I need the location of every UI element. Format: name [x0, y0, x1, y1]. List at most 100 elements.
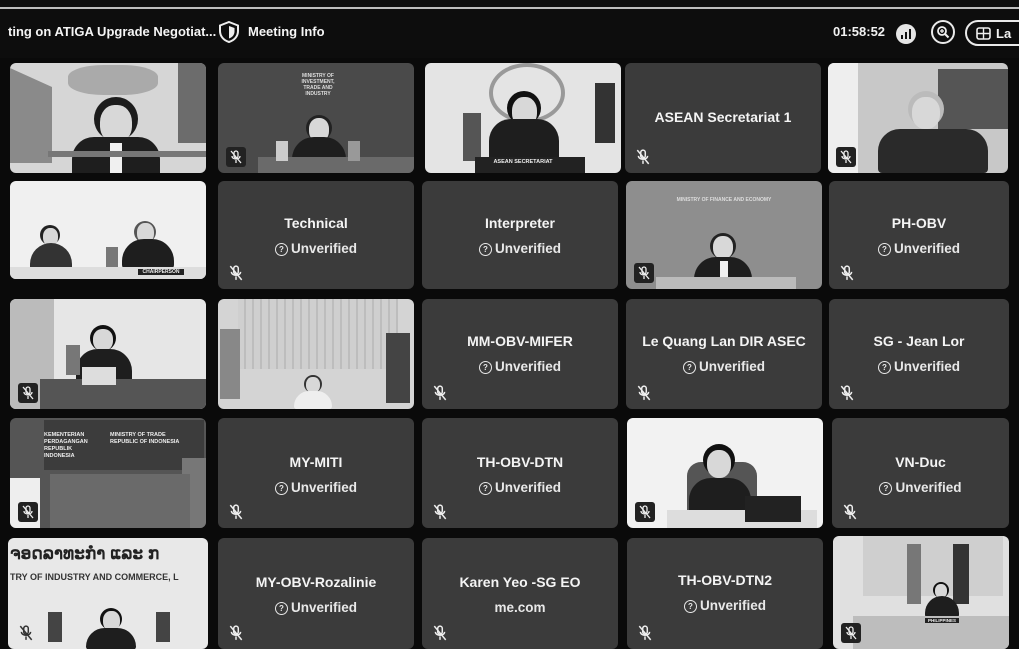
participant-tile[interactable]: PHILIPPINES: [833, 536, 1009, 649]
participant-tile[interactable]: Le Quang Lan DIR ASEC ? Unverified: [626, 299, 822, 409]
microphone-muted-icon: [18, 625, 34, 641]
participant-tile[interactable]: TH-OBV-DTN ? Unverified: [422, 418, 618, 528]
microphone-muted-icon: [839, 265, 855, 281]
participant-tile[interactable]: [828, 63, 1008, 173]
participant-tile[interactable]: [627, 418, 823, 528]
participant-name: Technical: [284, 215, 348, 231]
zoom-icon[interactable]: [931, 20, 955, 44]
participant-name: Le Quang Lan DIR ASEC: [642, 333, 806, 349]
name-plate: PHILIPPINES: [925, 618, 959, 623]
microphone-muted-icon: [18, 502, 38, 522]
microphone-muted-icon: [841, 623, 861, 643]
participant-tile[interactable]: [10, 63, 206, 173]
question-circle-icon: ?: [879, 482, 893, 495]
signal-strength-icon[interactable]: [896, 24, 916, 44]
microphone-muted-icon: [636, 385, 652, 401]
participant-name: Interpreter: [484, 215, 556, 231]
question-circle-icon: ?: [478, 361, 492, 374]
microphone-muted-icon: [836, 147, 856, 167]
participant-name: MM-OBV-MIFER: [467, 333, 573, 349]
question-circle-icon: ?: [877, 361, 891, 374]
participant-tile[interactable]: MINISTRY OF INVESTMENT, TRADE AND INDUST…: [218, 63, 414, 173]
verification-status: ? Unverified: [422, 241, 618, 256]
flag: [178, 63, 206, 143]
question-circle-icon: ?: [274, 243, 288, 256]
verification-status: ? Unverified: [627, 598, 823, 613]
meeting-toolbar: ting on ATIGA Upgrade Negotiat... Meetin…: [0, 0, 1019, 58]
participant-tile[interactable]: MY-MITI ? Unverified: [218, 418, 414, 528]
verification-status: ? Unverified: [422, 480, 618, 495]
participant-tile[interactable]: VN-Duc ? Unverified: [832, 418, 1009, 528]
participant-tile[interactable]: ຈອດລາທະກຳ ແລະ ກ TRY OF INDUSTRY AND COMM…: [8, 538, 208, 649]
backdrop-label: MINISTRY OF FINANCE AND ECONOMY: [676, 197, 772, 203]
layout-button[interactable]: La: [965, 20, 1019, 46]
shield-icon[interactable]: [218, 21, 240, 43]
participant-tile[interactable]: [10, 299, 206, 409]
verification-status: ? Unverified: [218, 480, 414, 495]
name-plate: ASEAN SECRETARIAT: [493, 159, 553, 165]
participant-grid: MINISTRY OF INVESTMENT, TRADE AND INDUST…: [0, 58, 1019, 649]
verification-status: ? Unverified: [218, 241, 414, 256]
backdrop-label: MINISTRY OF TRADE REPUBLIC OF INDONESIA: [110, 432, 180, 445]
verification-status: ? Unverified: [626, 359, 822, 374]
microphone-muted-icon: [18, 383, 38, 403]
participant-tile[interactable]: MM-OBV-MIFER ? Unverified: [422, 299, 618, 409]
meeting-info-button[interactable]: Meeting Info: [248, 24, 325, 39]
question-circle-icon: ?: [478, 482, 492, 495]
participant-name: SG - Jean Lor: [873, 333, 965, 349]
verification-status: ? Unverified: [422, 359, 618, 374]
question-circle-icon: ?: [274, 602, 288, 615]
participant-tile[interactable]: KEMENTERIAN PERDAGANGAN REPUBLIK INDONES…: [10, 418, 206, 528]
verification-status: ? Unverified: [829, 359, 1009, 374]
backdrop-label: TRY OF INDUSTRY AND COMMERCE, L: [10, 572, 179, 582]
participant-name: MY-OBV-Rozalinie: [255, 574, 377, 590]
participant-name: TH-OBV-DTN2: [677, 572, 773, 588]
participant-tile[interactable]: ASEAN Secretariat 1: [625, 63, 821, 173]
microphone-muted-icon: [432, 504, 448, 520]
participant-tile[interactable]: Technical ? Unverified: [218, 181, 414, 289]
participant-tile[interactable]: Karen Yeo -SG EO me.com: [422, 538, 618, 649]
participant-name: PH-OBV: [891, 215, 947, 231]
microphone-muted-icon: [228, 265, 244, 281]
question-circle-icon: ?: [683, 600, 697, 613]
microphone-muted-icon: [226, 147, 246, 167]
participant-tile[interactable]: TH-OBV-DTN2 ? Unverified: [627, 538, 823, 649]
participant-tile[interactable]: ASEAN SECRETARIAT: [425, 63, 621, 173]
microphone-muted-icon: [432, 385, 448, 401]
participant-name: ASEAN Secretariat 1: [654, 109, 792, 125]
participant-email: me.com: [494, 600, 546, 615]
layout-label: La: [996, 25, 1012, 41]
flag: [10, 68, 52, 163]
microphone-muted-icon: [635, 149, 651, 165]
verification-status: ? Unverified: [832, 480, 1009, 495]
participant-tile[interactable]: CHAIRPERSON: [10, 181, 206, 279]
microphone-muted-icon: [228, 504, 244, 520]
microphone-muted-icon: [635, 502, 655, 522]
backdrop-label: KEMENTERIAN PERDAGANGAN REPUBLIK INDONES…: [44, 432, 88, 459]
microphone-muted-icon: [228, 625, 244, 641]
microphone-muted-icon: [842, 504, 858, 520]
backdrop-label: ຈອດລາທະກຳ ແລະ ກ: [10, 544, 160, 563]
question-circle-icon: ?: [682, 361, 696, 374]
meeting-title: ting on ATIGA Upgrade Negotiat...: [8, 24, 217, 39]
participant-tile[interactable]: MY-OBV-Rozalinie ? Unverified: [218, 538, 414, 649]
name-plate: CHAIRPERSON: [138, 269, 184, 275]
meeting-timer: 01:58:52: [833, 24, 886, 39]
question-circle-icon: ?: [478, 243, 492, 256]
microphone-muted-icon: [432, 625, 448, 641]
participant-name: Karen Yeo -SG EO: [459, 574, 581, 590]
participant-tile[interactable]: PH-OBV ? Unverified: [829, 181, 1009, 289]
flower-arrangement: [68, 65, 158, 95]
participant-name: TH-OBV-DTN: [476, 454, 564, 470]
participant-tile[interactable]: MINISTRY OF FINANCE AND ECONOMY: [626, 181, 822, 289]
participant-tile[interactable]: [218, 299, 414, 409]
backdrop-label: MINISTRY OF INVESTMENT, TRADE AND INDUST…: [301, 73, 335, 97]
participant-name: VN-Duc: [895, 454, 946, 470]
question-circle-icon: ?: [877, 243, 891, 256]
participant-tile[interactable]: SG - Jean Lor ? Unverified: [829, 299, 1009, 409]
window-edge-divider: [0, 7, 1019, 9]
layout-grid-icon: [976, 26, 991, 40]
participant-tile[interactable]: Interpreter ? Unverified: [422, 181, 618, 289]
verification-status: ? Unverified: [829, 241, 1009, 256]
verification-status: ? Unverified: [218, 600, 414, 615]
